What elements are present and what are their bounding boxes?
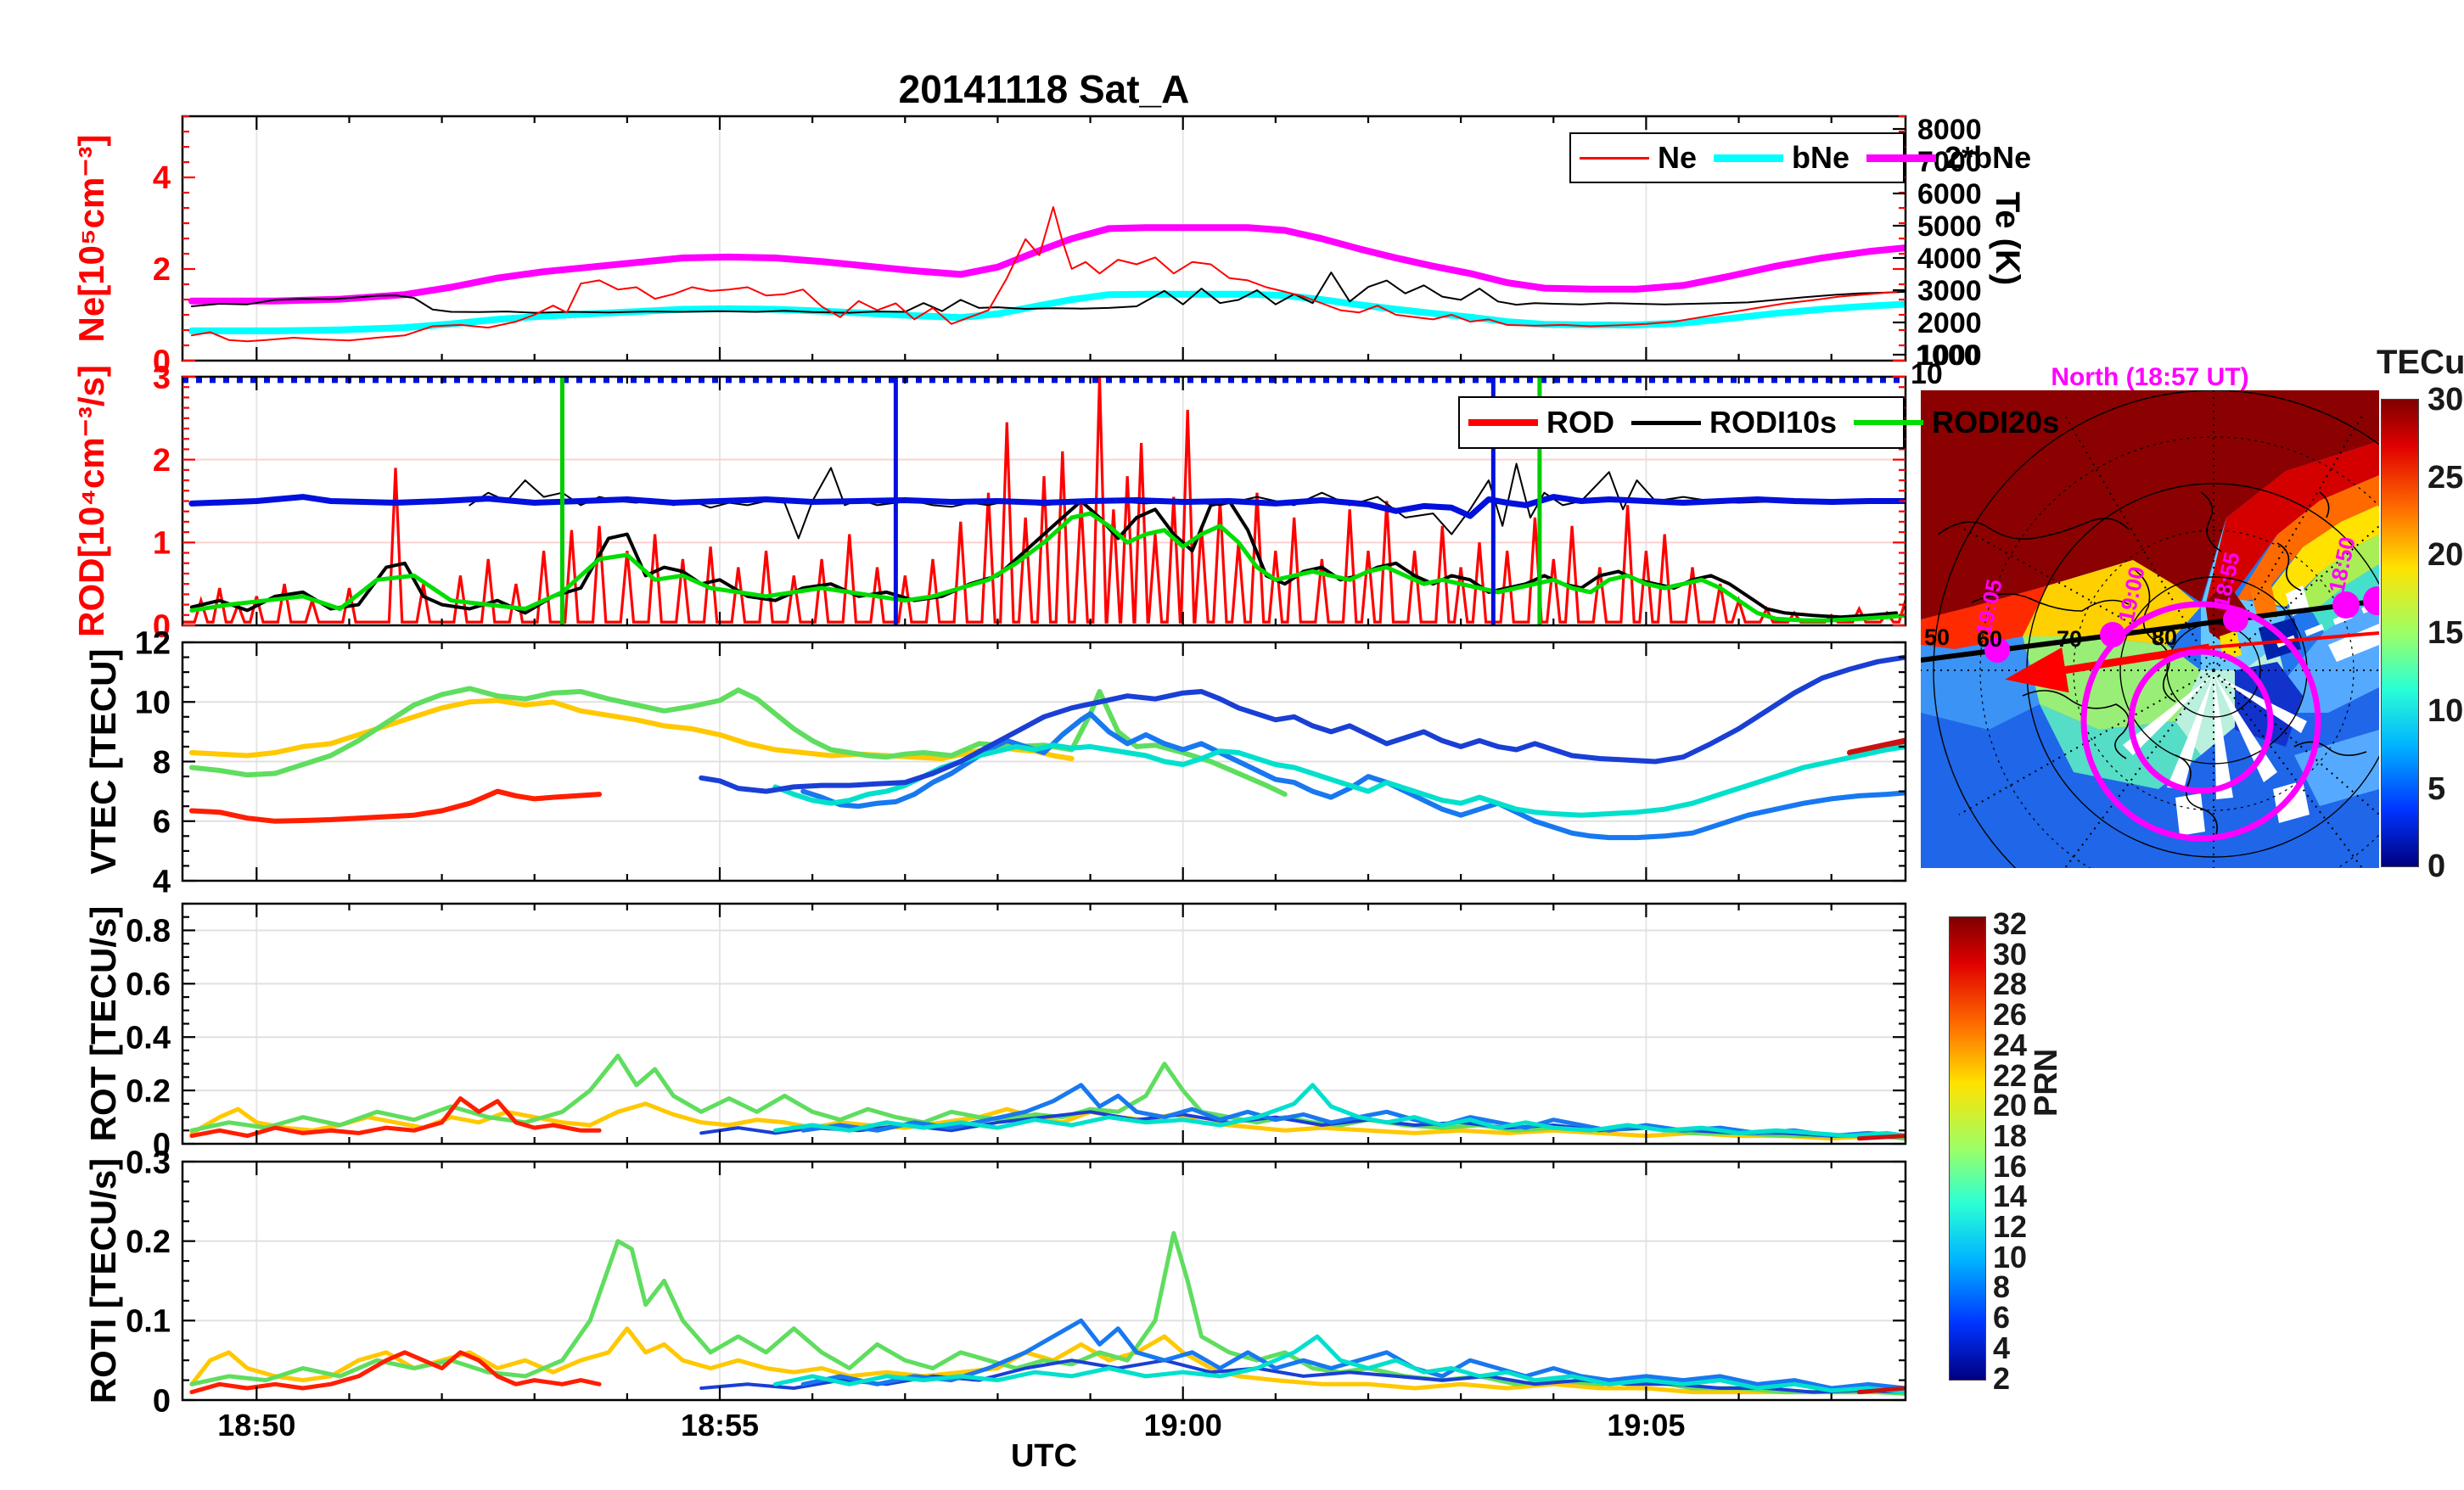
y-tick-label: 8: [153, 745, 171, 781]
series-prn-red-end: [1856, 1134, 1906, 1141]
legend-entry-ROD: ROD: [1468, 405, 1614, 440]
panel-roti: [181, 1160, 1907, 1402]
legend-entry-bNe: bNe: [1714, 140, 1849, 176]
y-tick-label: 6: [153, 804, 171, 840]
tecu-tick-label: 20: [2428, 537, 2464, 574]
legend-entry-Ne: Ne: [1580, 140, 1697, 176]
y-tick-label: 0.4: [126, 1021, 171, 1056]
legend-label: bNe: [1792, 140, 1850, 175]
x-tick-label: 19:05: [1607, 1408, 1685, 1442]
legend-entry-RODI20s: RODI20s: [1854, 405, 2059, 440]
tecu-tick-label: 5: [2428, 770, 2446, 807]
prn-colorbar-label: PRN: [2029, 1048, 2064, 1117]
y-tick-label: 0.2: [126, 1224, 171, 1260]
page-title: 20141118 Sat_A: [898, 67, 1190, 111]
y-tick-label: 0.8: [126, 914, 171, 949]
y-tick-label: 2: [153, 443, 171, 479]
legend-rod: ROD RODI10s RODI20s: [1458, 396, 2059, 449]
tecu-colorbar: [2381, 399, 2419, 867]
y-tick-label: 3: [153, 360, 171, 395]
te-tick-label: 4000: [1917, 243, 1982, 275]
legend-label: 2*bNe: [1945, 140, 2032, 175]
y-axis-label-ne: Ne[10⁵cm⁻³]: [71, 135, 111, 343]
x-tick-label: 19:00: [1144, 1408, 1222, 1442]
y-tick-label: 0.1: [126, 1304, 171, 1340]
prn-colorbar: [1949, 916, 1986, 1381]
map-title: North (18:57 UT): [2051, 363, 2248, 391]
y-axis-label-rod: ROD[10⁴cm⁻³/s]: [71, 365, 111, 637]
legend-ne: Ne bNe 2*bNe: [1569, 132, 2031, 183]
lat-label-80: 80: [2152, 625, 2177, 650]
x-tick-label: 18:50: [217, 1408, 295, 1442]
prn-tick-label: 2: [1993, 1360, 2011, 1396]
panel-vtec: [181, 641, 1907, 882]
tecu-tick-label: 0: [2428, 849, 2446, 885]
tecu-tick-label: 30: [2428, 382, 2464, 417]
legend-entry-RODI10s: RODI10s: [1631, 405, 1837, 440]
x-axis-label: UTC: [1010, 1438, 1078, 1474]
lat-label-50: 50: [1924, 625, 1950, 650]
legend-line-sample: [1468, 419, 1538, 426]
y-tick-label: 0.2: [126, 1073, 171, 1109]
y-tick-label: 2: [153, 252, 171, 288]
polar-tec-map: North (18:57 UT) 50 60 70 80 19:05 19:00…: [1921, 363, 2379, 868]
tecu-tick-label: 25: [2428, 459, 2464, 496]
y-tick-label: 0.6: [126, 967, 171, 1003]
x-tick-label: 18:55: [681, 1408, 759, 1442]
tecu-tick-label: 15: [2428, 615, 2464, 652]
y-tick-label: 4: [153, 864, 171, 899]
legend-line-sample: [1866, 154, 1937, 162]
tecu-colorbar-title: TECu: [2377, 344, 2464, 381]
y-axis-label-vtec: VTEC [TECU]: [83, 649, 123, 875]
y-axis-label-roti: ROTI [TECU/s]: [83, 1158, 123, 1403]
legend-label: RODI10s: [1709, 405, 1838, 440]
legend-label: RODI20s: [1932, 405, 2060, 440]
y-tick-label: 4: [153, 160, 171, 196]
screenshot-root: 0 2 4 1000 2000 3000 4000 5000 6000 7000 8000 Te (K…: [0, 0, 2464, 1490]
y-tick-label: 10: [135, 686, 171, 721]
legend-label: ROD: [1546, 405, 1614, 440]
legend-line-sample: [1854, 420, 1924, 425]
legend-entry-2*bNe: 2*bNe: [1866, 140, 2031, 176]
panel-rot: [181, 902, 1907, 1146]
tecu-tick-label: 10: [2428, 692, 2464, 729]
y-axis-label-rot: ROT [TECU/s]: [83, 906, 123, 1142]
y-tick-label: 0.3: [126, 1145, 171, 1180]
y-tick-label: 0: [153, 1383, 171, 1419]
legend-line-sample: [1631, 420, 1701, 425]
te-tick-label: 2000: [1917, 307, 1982, 339]
lat-label-70: 70: [2057, 626, 2082, 652]
legend-line-sample: [1580, 156, 1649, 160]
te-tick-label: 3000: [1917, 275, 1982, 307]
te-axis-extra-tick: 10: [1911, 358, 1943, 390]
legend-label: Ne: [1658, 140, 1698, 175]
te-tick-label: 5000: [1917, 210, 1982, 243]
te-tick-label: 6000: [1917, 178, 1982, 210]
y-tick-label: 12: [135, 625, 171, 661]
y-tick-label: 1: [153, 526, 171, 562]
legend-line-sample: [1714, 154, 1784, 162]
te-axis-label: Te (K): [1989, 192, 2026, 285]
